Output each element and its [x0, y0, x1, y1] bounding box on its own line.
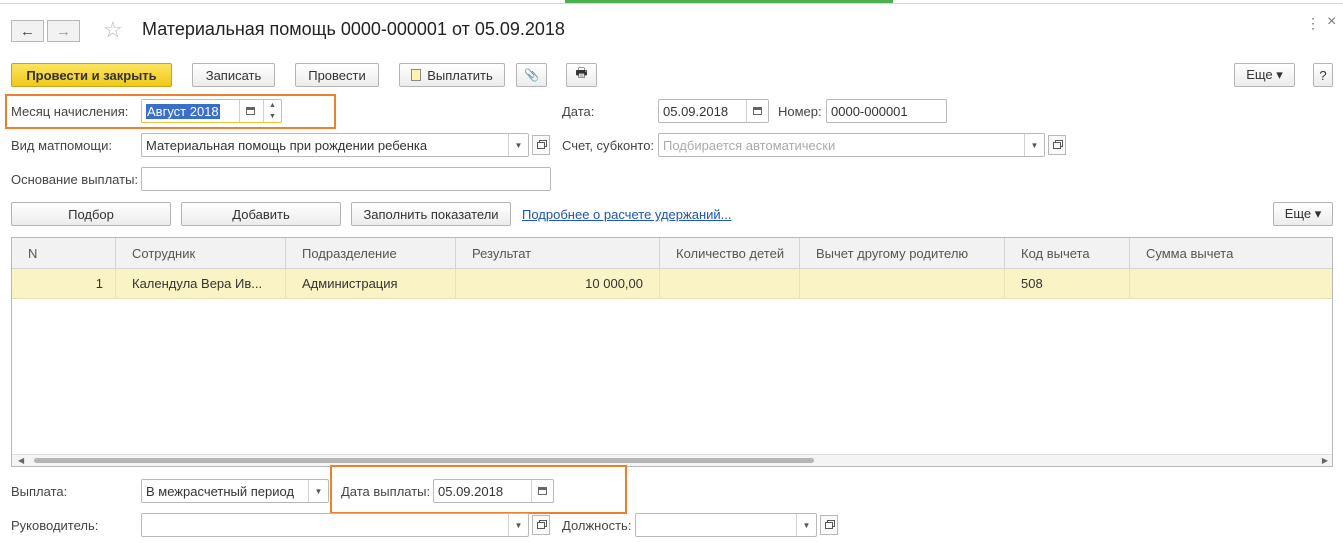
chevron-down-icon[interactable]: ▼ — [308, 480, 328, 502]
document-title: Материальная помощь 0000-000001 от 05.09… — [142, 19, 565, 39]
save-button[interactable]: Записать — [192, 63, 275, 87]
chevron-down-icon[interactable]: ▼ — [796, 514, 816, 536]
number-label: Номер: — [778, 104, 822, 119]
aid-type-select[interactable]: Материальная помощь при рождении ребенка… — [141, 133, 529, 157]
scroll-right-icon[interactable]: ▶ — [1322, 455, 1328, 466]
help-button[interactable]: ? — [1313, 63, 1333, 87]
printer-icon: 🖶 — [575, 65, 588, 80]
column-header[interactable]: Результат — [456, 238, 660, 269]
forward-arrow-icon: → — [56, 22, 71, 40]
aid-type-label: Вид матпомощи: — [11, 138, 112, 153]
aid-type-value: Материальная помощь при рождении ребенка — [146, 137, 428, 153]
chevron-down-icon[interactable]: ▼ — [1024, 134, 1044, 156]
scrollbar-thumb[interactable] — [34, 458, 814, 463]
active-tab-indicator — [565, 0, 893, 3]
chevron-down-icon[interactable]: ▼ — [508, 134, 528, 156]
cell-employee[interactable]: Календула Вера Ив... — [116, 269, 286, 299]
employees-table[interactable]: N Сотрудник Подразделение Результат Коли… — [11, 237, 1333, 467]
highlight-frame — [330, 465, 627, 514]
cell-children-count[interactable] — [660, 269, 800, 299]
chevron-down-icon[interactable]: ▼ — [508, 514, 528, 536]
add-button[interactable]: Добавить — [181, 202, 341, 226]
calendar-icon[interactable] — [746, 100, 768, 122]
highlight-frame — [5, 94, 336, 129]
paperclip-icon: 📎 — [524, 68, 539, 82]
horizontal-scrollbar[interactable]: ◀ ▶ — [12, 454, 1332, 466]
cell-deduction-amount[interactable] — [1130, 269, 1332, 299]
position-select[interactable]: ▼ — [635, 513, 817, 537]
column-header[interactable]: Подразделение — [286, 238, 456, 269]
open-form-icon[interactable] — [820, 515, 838, 535]
table-more-button[interactable]: Еще ▾ — [1273, 202, 1333, 226]
basis-label: Основание выплаты: — [11, 172, 139, 187]
date-field[interactable]: 05.09.2018 — [658, 99, 769, 123]
account-select[interactable]: Подбирается автоматически ▼ — [658, 133, 1045, 157]
column-header[interactable]: Код вычета — [1005, 238, 1130, 269]
forward-button[interactable]: → — [47, 20, 80, 42]
payment-label: Выплата: — [11, 484, 68, 499]
scroll-left-icon[interactable]: ◀ — [18, 455, 24, 466]
cell-department[interactable]: Администрация — [286, 269, 456, 299]
date-label: Дата: — [562, 104, 595, 119]
open-form-icon[interactable] — [532, 515, 550, 535]
attach-button[interactable]: 📎 — [516, 63, 547, 87]
payment-value: В межрасчетный период — [146, 483, 295, 499]
favorite-star-icon[interactable]: ☆ — [103, 17, 123, 43]
back-button[interactable]: ← — [11, 20, 44, 42]
window-top-border — [0, 0, 1343, 4]
column-header[interactable]: Сотрудник — [116, 238, 286, 269]
basis-field[interactable] — [141, 167, 551, 191]
head-select[interactable]: ▼ — [141, 513, 529, 537]
print-button[interactable]: 🖶 — [566, 63, 597, 87]
open-form-icon[interactable] — [532, 135, 550, 155]
position-label: Должность: — [562, 518, 632, 533]
cell-number[interactable]: 1 — [12, 269, 116, 299]
head-label: Руководитель: — [11, 518, 99, 533]
more-icon[interactable]: ⋮ — [1306, 15, 1320, 32]
document-icon — [411, 69, 422, 81]
table-header: N Сотрудник Подразделение Результат Коли… — [12, 238, 1332, 269]
pay-button-label: Выплатить — [427, 67, 493, 83]
cell-deduction-code[interactable]: 508 — [1005, 269, 1130, 299]
cell-other-parent-deduction[interactable] — [800, 269, 1005, 299]
more-menu-button[interactable]: Еще ▾ — [1234, 63, 1295, 87]
pick-button[interactable]: Подбор — [11, 202, 171, 226]
deductions-details-link[interactable]: Подробнее о расчете удержаний... — [522, 207, 732, 222]
column-header[interactable]: N — [12, 238, 116, 269]
account-placeholder: Подбирается автоматически — [663, 137, 836, 153]
close-icon[interactable]: × — [1327, 13, 1336, 31]
payment-select[interactable]: В межрасчетный период ▼ — [141, 479, 329, 503]
account-label: Счет, субконто: — [562, 138, 655, 153]
pay-button[interactable]: Выплатить — [399, 63, 505, 87]
number-value: 0000-000001 — [831, 103, 908, 119]
number-field[interactable]: 0000-000001 — [826, 99, 947, 123]
date-value: 05.09.2018 — [663, 103, 729, 119]
back-arrow-icon: ← — [20, 22, 35, 40]
post-button[interactable]: Провести — [295, 63, 379, 87]
cell-result[interactable]: 10 000,00 — [456, 269, 660, 299]
open-form-icon[interactable] — [1048, 135, 1066, 155]
column-header[interactable]: Вычет другому родителю — [800, 238, 1005, 269]
fill-indicators-button[interactable]: Заполнить показатели — [351, 202, 511, 226]
table-row[interactable]: 1 Календула Вера Ив... Администрация 10 … — [12, 269, 1332, 299]
column-header[interactable]: Сумма вычета — [1130, 238, 1332, 269]
post-and-close-button[interactable]: Провести и закрыть — [11, 63, 172, 87]
column-header[interactable]: Количество детей — [660, 238, 800, 269]
